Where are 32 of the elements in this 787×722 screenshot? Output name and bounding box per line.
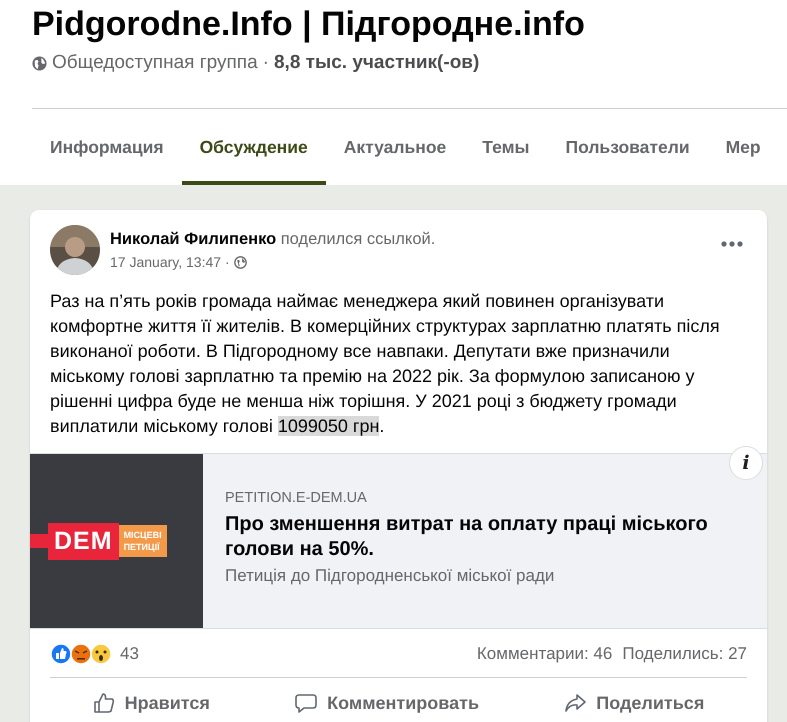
post-text: Раз на п’ять років громада наймає менеджера який повинен організувати комфортне життя її жителів. В комерційних структурах зарплатню платять після виконаної роботи. В Підгородному все навпаки. Депутати вже призначили міському голові зарплатню та премію на 2022 рік. За формулою записаною у рішенні цифра буде не менша ніж торішня. У 2021 році з бюджету громади виплатили міському голові 1099050 грн. — [50, 290, 721, 438]
share-count[interactable]: Поделились: 27 — [622, 644, 747, 664]
thumbs-up-icon — [92, 692, 115, 714]
group-tab[interactable]: Пользователи — [547, 109, 708, 185]
comment-button[interactable]: Комментировать — [279, 684, 496, 722]
share-arrow-icon — [564, 692, 586, 714]
group-tab[interactable]: Обсуждение — [182, 109, 326, 185]
group-tab[interactable]: Актуальное — [326, 109, 464, 185]
group-privacy: Общедоступная группа — [52, 52, 258, 74]
separator-dot: · — [262, 52, 269, 74]
group-tab[interactable]: Мер — [708, 109, 761, 185]
link-description: Петиція до Підгородненської міської ради — [225, 566, 556, 586]
link-domain: PETITION.E-DEM.UA — [225, 490, 368, 506]
post-time[interactable]: 17 January, 13:47 — [110, 254, 222, 270]
member-count: 8,8 тыс. участник(-ов) — [274, 52, 480, 74]
like-button[interactable]: Нравится — [76, 684, 226, 722]
link-title[interactable]: Про зменшення витрат на оплату праці міського голови на 50%. — [225, 512, 747, 562]
group-tab[interactable]: Информация — [32, 109, 182, 185]
petition-logo: DEM МІСЦЕВІ ПЕТИЦІЇ — [30, 522, 203, 560]
link-thumbnail[interactable]: DEM МІСЦЕВІ ПЕТИЦІЇ — [30, 454, 203, 628]
share-button[interactable]: Поделиться — [548, 684, 720, 722]
separator-dot: · — [225, 254, 230, 270]
info-button[interactable]: i — [729, 446, 763, 480]
reaction-count[interactable]: 43 — [120, 644, 139, 664]
author-name[interactable]: Николай Филипенко — [110, 230, 276, 248]
speech-bubble-icon — [295, 692, 318, 714]
reaction-icons[interactable] — [50, 643, 112, 665]
post-action: поделился ссылкой. — [280, 230, 436, 248]
group-title: Pidgorodne.Info | Підгородне.info — [32, 4, 586, 45]
avatar-icon[interactable] — [50, 225, 100, 275]
group-tab[interactable]: Темы — [464, 109, 548, 185]
comment-count[interactable]: Комментарии: 46 — [476, 644, 612, 664]
